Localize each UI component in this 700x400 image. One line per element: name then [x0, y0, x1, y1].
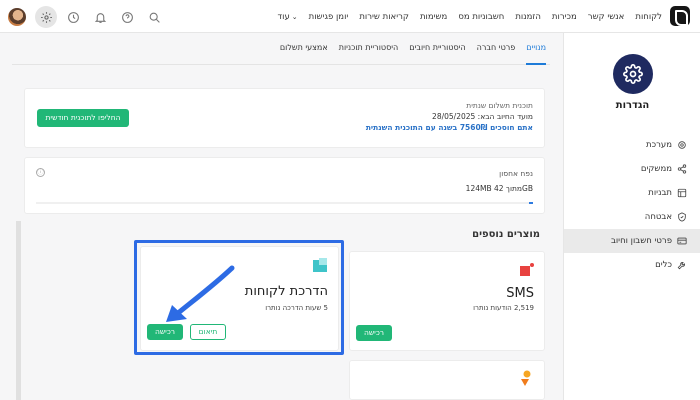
settings-tabs: מנויים פרטי חברה היסטוריית חיובים היסטור…: [12, 33, 550, 65]
nav-item-contacts[interactable]: אנשי קשר: [588, 12, 625, 22]
nav-item-clients[interactable]: לקוחות: [635, 12, 662, 22]
gear-icon: [677, 140, 687, 150]
product-card-third: [349, 360, 545, 400]
tab-billing-history[interactable]: היסטוריית חיובים: [409, 33, 465, 65]
sidebar-item-security[interactable]: אבטחה: [564, 205, 700, 229]
training-icon: [312, 257, 328, 273]
top-bar: לקוחות אנשי קשר מכירות הזמנות חשבוניות מ…: [0, 0, 700, 33]
sidebar-menu: מערכת ממשקים תבניות אבטחה פרטי חשבון וחי…: [564, 133, 700, 277]
chevron-down-icon: ⌄: [291, 12, 298, 21]
storage-usage: 124MB מתוך 42GB: [465, 184, 533, 193]
tab-company-details[interactable]: פרטי חברה: [477, 33, 516, 65]
sidebar-item-integrations[interactable]: ממשקים: [564, 157, 700, 181]
info-icon[interactable]: ⓘ: [36, 168, 45, 177]
share-icon: [677, 164, 687, 174]
app-logo[interactable]: [670, 6, 690, 26]
next-billing-date: מועד החיוב הבא: 28/05/2025: [432, 112, 533, 121]
bell-icon[interactable]: [89, 6, 111, 28]
main-nav: לקוחות אנשי קשר מכירות הזמנות חשבוניות מ…: [270, 0, 663, 33]
schedule-training-button[interactable]: תיאום: [190, 324, 226, 340]
product-remaining: 5 שעות הדרכה נותרו: [265, 304, 328, 312]
buy-sms-button[interactable]: רכישה: [356, 325, 392, 341]
plan-promo-text: אתם חוסכים 7560₪ בשנה עם התוכנית השנתית: [365, 123, 533, 132]
buy-training-button[interactable]: רכישה: [147, 324, 183, 340]
tab-payment-methods[interactable]: אמצעי תשלום: [280, 33, 328, 65]
storage-card: נפח אחסון ⓘ 124MB מתוך 42GB: [24, 157, 545, 214]
product-name: SMS: [506, 286, 534, 301]
storage-title: נפח אחסון: [499, 169, 533, 178]
product-card-sms: SMS 2,519 הודעות נותרו רכישה: [349, 251, 545, 351]
nav-more-menu[interactable]: עוד ⌄: [278, 12, 298, 22]
template-icon: [677, 188, 687, 198]
product-remaining: 2,519 הודעות נותרו: [473, 304, 534, 312]
sidebar-item-label: ממשקים: [640, 164, 672, 174]
shield-icon: [677, 212, 687, 222]
settings-gear-logo-icon: [613, 54, 653, 94]
sidebar-title: הגדרות: [615, 100, 650, 111]
tools-icon: [677, 260, 687, 270]
product-card-customer-training: הדרכת לקוחות 5 שעות הדרכה נותרו רכישה תי…: [140, 246, 339, 351]
clock-icon[interactable]: [62, 6, 84, 28]
nav-item-tasks[interactable]: משימות: [420, 12, 447, 22]
nav-item-meetings[interactable]: יומן פגישות: [309, 12, 349, 22]
top-icons: [8, 6, 170, 28]
plan-card: תוכנית תשלום שנתית מועד החיוב הבא: 28/05…: [24, 88, 545, 148]
sidebar-item-label: מערכת: [646, 140, 672, 150]
nav-item-orders[interactable]: הזמנות: [515, 12, 541, 22]
switch-to-monthly-button[interactable]: החליפו לתוכנית חודשית: [37, 109, 129, 127]
scrollbar[interactable]: [16, 221, 21, 400]
plan-name: תוכנית תשלום שנתית: [466, 101, 533, 110]
storage-progress-bar: [36, 202, 533, 204]
help-icon[interactable]: [116, 6, 138, 28]
sidebar-item-label: פרטי חשבון וחיוב: [610, 236, 672, 246]
sidebar-item-billing[interactable]: פרטי חשבון וחיוב: [564, 229, 700, 253]
product-name: הדרכת לקוחות: [244, 284, 328, 299]
nav-item-invoices[interactable]: חשבוניות מס: [458, 12, 504, 22]
product-icon: [518, 369, 534, 386]
sidebar-item-tools[interactable]: כלים: [564, 253, 700, 277]
sidebar-item-templates[interactable]: תבניות: [564, 181, 700, 205]
sidebar-item-label: תבניות: [648, 188, 672, 198]
gear-icon[interactable]: [35, 6, 57, 28]
nav-item-service-calls[interactable]: קריאות שירות: [359, 12, 409, 22]
storage-progress-fill: [529, 202, 533, 204]
card-icon: [677, 236, 687, 246]
search-icon[interactable]: [143, 6, 165, 28]
avatar[interactable]: [8, 8, 26, 26]
sidebar-item-system[interactable]: מערכת: [564, 133, 700, 157]
sidebar-item-label: כלים: [655, 260, 672, 270]
settings-sidebar: הגדרות מערכת ממשקים תבניות אבטחה פרטי חש…: [563, 33, 700, 400]
additional-products-title: מוצרים נוספים: [472, 229, 540, 240]
tab-plan-history[interactable]: היסטוריית תוכניות: [339, 33, 399, 65]
nav-more-label: עוד: [277, 11, 290, 22]
nav-item-sales[interactable]: מכירות: [552, 12, 577, 22]
tab-subscriptions[interactable]: מנויים: [526, 33, 546, 65]
sms-icon: [518, 262, 534, 278]
sidebar-item-label: אבטחה: [644, 212, 672, 222]
